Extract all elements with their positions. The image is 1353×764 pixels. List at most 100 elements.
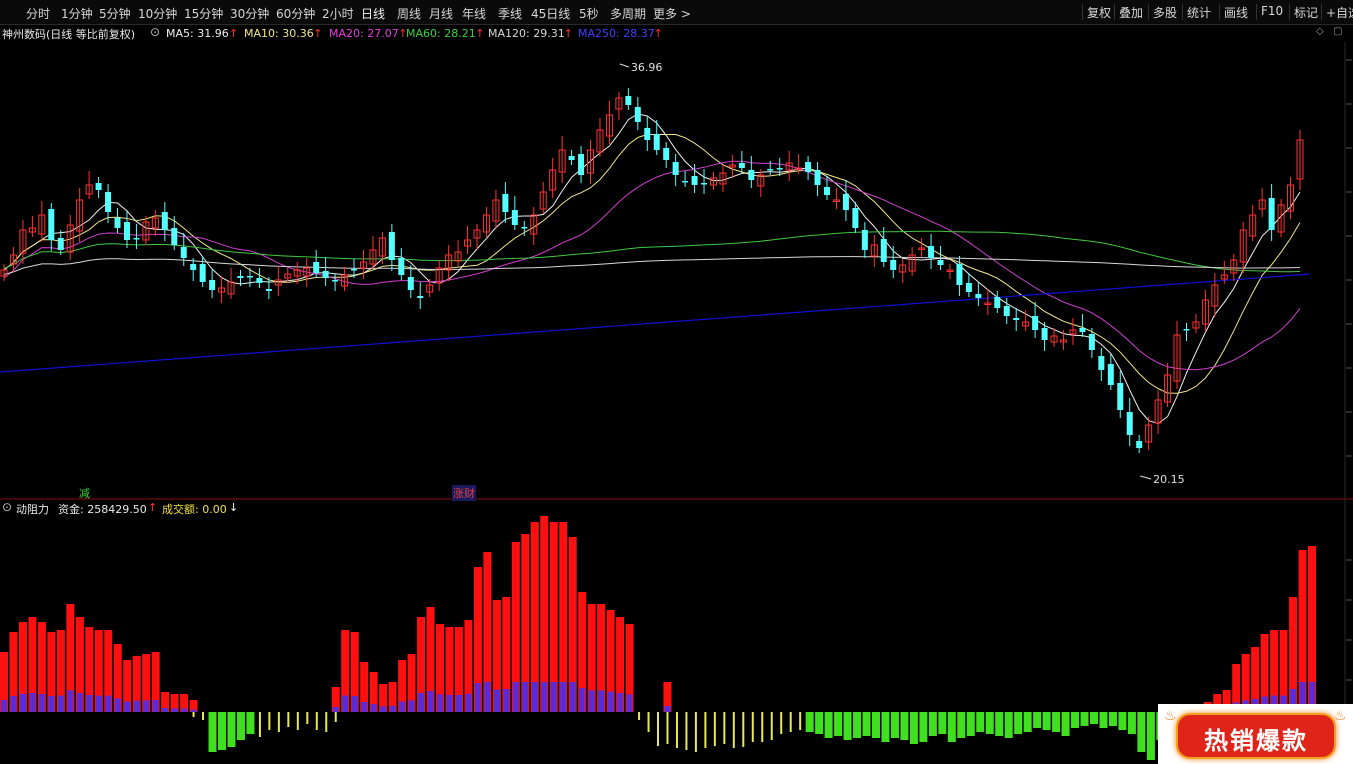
resist-bar <box>647 712 650 732</box>
toolbar-button-3[interactable]: 统计 <box>1187 4 1211 21</box>
fund-bar <box>181 708 188 712</box>
candle-down <box>123 222 130 240</box>
ma-legend-3: MA60: 28.21 <box>406 27 476 40</box>
resist-bar <box>957 712 966 738</box>
fund-bar <box>569 682 576 712</box>
chart-canvas[interactable]: 36.96 20.15 <box>0 0 1353 764</box>
period-tab-12[interactable]: 季线 <box>498 5 522 22</box>
fund-bar <box>105 695 112 712</box>
ma20-line <box>3 160 1301 371</box>
fund-bar <box>588 690 595 712</box>
ma-legend-bar: 神州数码(日线 等比前复权) ⊙ MA5: 31.96 ↑ MA10: 30.36 ↑… <box>0 25 1353 41</box>
resist-bar <box>657 712 659 746</box>
square-icon[interactable]: ▢ <box>1333 26 1342 37</box>
toolbar-button-0[interactable]: 复权 <box>1087 4 1111 21</box>
period-tab-16[interactable]: 更多 > <box>653 5 691 22</box>
resist-bar <box>1023 712 1032 732</box>
toolbar-separator <box>1082 4 1083 20</box>
resist-bar <box>1146 712 1155 760</box>
fund-bar <box>598 690 605 712</box>
candle-down <box>805 162 812 172</box>
toolbar-separator <box>1114 4 1115 20</box>
resist-bar <box>1118 712 1127 730</box>
period-tab-6[interactable]: 60分钟 <box>276 5 315 22</box>
fund-bar <box>76 693 83 712</box>
fund-bar <box>190 709 197 712</box>
resist-bar <box>1080 712 1089 726</box>
toolbar-button-6[interactable]: 标记 <box>1294 4 1318 21</box>
signal-reduce-label: 减 <box>79 487 90 500</box>
ma-legend-0: MA5: 31.96 <box>166 27 229 40</box>
chevron-circle-icon[interactable]: ⊙ <box>150 25 160 39</box>
period-tab-3[interactable]: 10分钟 <box>138 5 177 22</box>
ma120-line <box>3 256 1301 275</box>
resist-bar <box>732 712 735 748</box>
resist-bar <box>236 712 245 740</box>
resist-bar <box>666 712 669 744</box>
resist-bar <box>315 712 318 730</box>
candle-down <box>861 230 868 250</box>
candle-down <box>653 134 660 150</box>
period-tab-14[interactable]: 5秒 <box>579 5 599 22</box>
period-tab-10[interactable]: 月线 <box>429 5 453 22</box>
fund-bar <box>370 704 377 712</box>
candle-down <box>748 170 755 180</box>
candle-down <box>180 247 187 258</box>
resist-bar <box>928 712 937 736</box>
period-tab-15[interactable]: 多周期 <box>610 5 646 22</box>
period-tab-4[interactable]: 15分钟 <box>184 5 223 22</box>
fund-bar <box>342 695 349 712</box>
candle-down <box>738 163 745 168</box>
period-tab-8[interactable]: 日线 <box>361 5 385 22</box>
toolbar-button-7[interactable]: +自选 <box>1326 4 1353 21</box>
fund-bar <box>607 691 614 712</box>
resist-bar <box>872 712 880 738</box>
resist-bar <box>1033 712 1042 728</box>
ma-legend-4: MA120: 29.31 <box>488 27 565 40</box>
fund-bar <box>380 706 387 712</box>
ma5-line <box>3 113 1301 425</box>
fund-bar <box>512 682 519 712</box>
toolbar-button-4[interactable]: 画线 <box>1224 4 1248 21</box>
period-tab-2[interactable]: 5分钟 <box>99 5 131 22</box>
fund-bar <box>399 701 406 712</box>
stock-title: 神州数码(日线 等比前复权) <box>2 28 136 41</box>
toolbar-button-1[interactable]: 叠加 <box>1119 4 1143 21</box>
resist-bar <box>277 712 280 732</box>
diamond-icon[interactable]: ◇ <box>1316 26 1324 37</box>
period-tab-13[interactable]: 45日线 <box>531 5 570 22</box>
candle-down <box>1013 318 1020 320</box>
candle-down <box>682 181 689 183</box>
candle-down <box>1117 383 1124 410</box>
indicator-title: 动阻力 <box>16 503 49 516</box>
chevron-circle-icon[interactable]: ⊙ <box>2 500 12 514</box>
period-tab-11[interactable]: 年线 <box>462 5 486 22</box>
fund-bar <box>446 695 453 712</box>
candle-down <box>209 280 216 290</box>
badge-frame: 热销爆款 <box>1176 713 1336 759</box>
resist-bar <box>1042 712 1051 730</box>
period-tab-0[interactable]: 分时 <box>26 5 50 22</box>
resist-bar <box>1090 712 1098 724</box>
toolbar-separator <box>1321 4 1322 20</box>
candle-down <box>644 128 651 140</box>
resist-bar <box>900 712 909 740</box>
resist-bar <box>909 712 918 744</box>
toolbar-button-5[interactable]: F10 <box>1261 4 1283 18</box>
period-tab-9[interactable]: 周线 <box>397 5 421 22</box>
period-tab-1[interactable]: 1分钟 <box>61 5 93 22</box>
resist-bar <box>258 712 261 737</box>
fund-arrow-icon: ↑ <box>148 501 158 514</box>
candle-down <box>133 238 140 240</box>
period-tab-7[interactable]: 2小时 <box>322 5 354 22</box>
candle-down <box>965 283 972 292</box>
fund-bar <box>114 698 121 712</box>
fund-bar <box>550 682 557 712</box>
candle-down <box>672 162 679 175</box>
candle-down <box>199 264 206 282</box>
fund-bar <box>427 691 434 712</box>
resist-bar <box>938 712 947 734</box>
period-tab-5[interactable]: 30分钟 <box>230 5 269 22</box>
candle-down <box>161 212 168 230</box>
toolbar-button-2[interactable]: 多股 <box>1153 4 1177 21</box>
